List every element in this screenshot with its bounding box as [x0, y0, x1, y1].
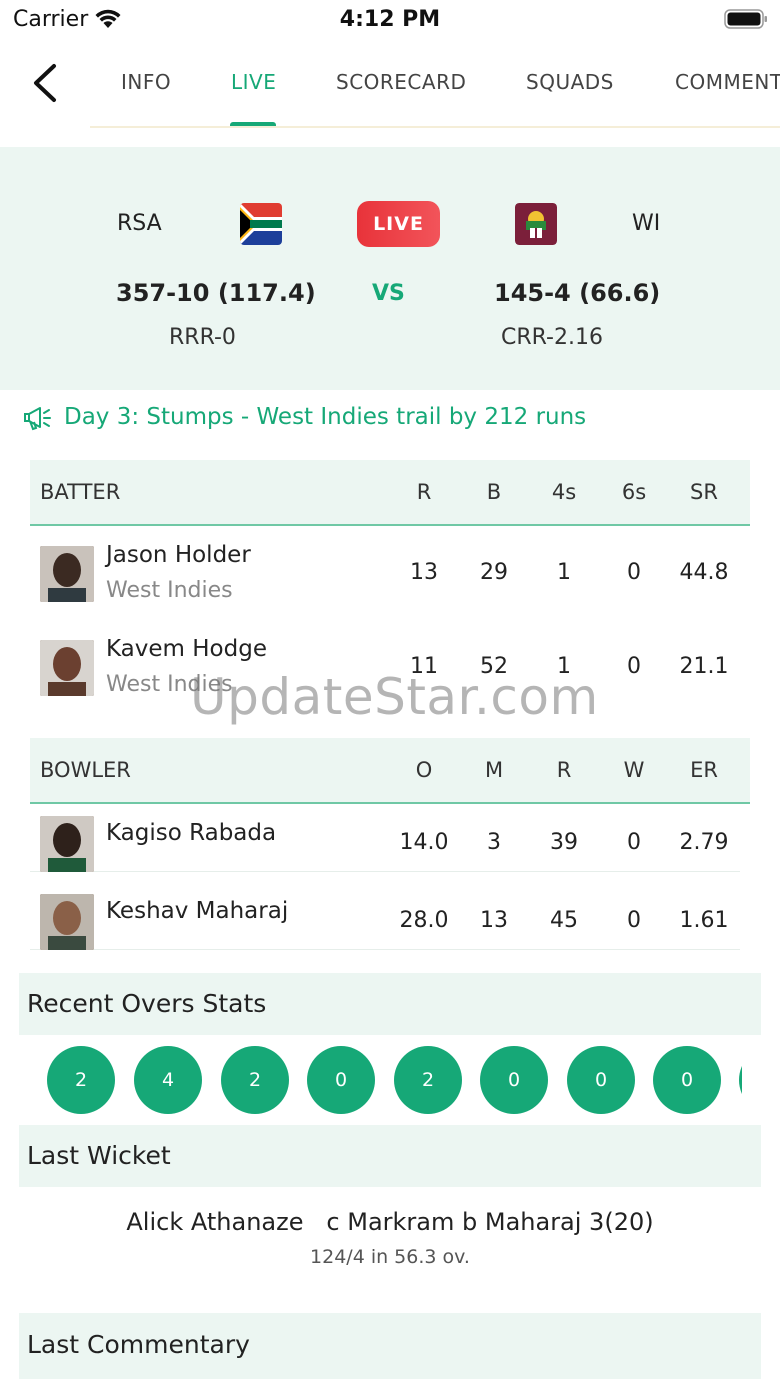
last-wicket-score: 124/4 in 56.3 ov. [310, 1246, 470, 1268]
player-avatar [40, 640, 94, 696]
batter-sixes: 0 [627, 654, 641, 679]
bowler-maidens: 3 [487, 830, 501, 855]
batter-strike-rate: 44.8 [679, 560, 729, 585]
tab-live[interactable]: LIVE [231, 70, 276, 94]
batter-balls: 52 [480, 654, 508, 679]
last-commentary-title: Last Commentary [27, 1330, 250, 1359]
bowler-runs: 39 [550, 830, 578, 855]
ball-chip[interactable]: 2 [394, 1046, 462, 1114]
ball-chip[interactable]: 2 [47, 1046, 115, 1114]
batter-row[interactable]: Jason Holder West Indies 13 29 1 0 44.8 [30, 528, 740, 624]
tab-commentary[interactable]: COMMENT [675, 70, 780, 94]
last-commentary-header: Last Commentary [19, 1313, 761, 1379]
team2-run-rate: CRR-2.16 [501, 325, 603, 350]
status-text: Day 3: Stumps - West Indies trail by 212… [64, 404, 587, 430]
bowler-overs: 28.0 [399, 908, 449, 933]
team1-run-rate: RRR-0 [169, 325, 236, 350]
last-wicket-batter: Alick Athanaze [126, 1208, 304, 1236]
col-economy: ER [690, 758, 718, 782]
col-fours: 4s [551, 480, 577, 504]
col-strike-rate: SR [690, 480, 718, 504]
bowler-table-header: BOWLER O M R W ER [30, 738, 750, 804]
bowler-economy: 1.61 [679, 908, 729, 933]
col-sixes: 6s [621, 480, 647, 504]
megaphone-icon [24, 407, 51, 431]
bowler-overs: 14.0 [399, 830, 449, 855]
col-batter: BATTER [40, 480, 121, 504]
ball-chip[interactable]: 4 [134, 1046, 202, 1114]
battery-icon [724, 9, 767, 29]
col-runs-conceded: R [556, 758, 572, 782]
col-wickets: W [623, 758, 645, 782]
match-header: RSA LIVE WI 357-10 (117.4) VS 145-4 (66.… [0, 147, 780, 390]
bowler-name: Kagiso Rabada [106, 820, 277, 846]
player-avatar [40, 894, 94, 950]
ball-chip[interactable]: 2 [221, 1046, 289, 1114]
recent-overs-header: Recent Overs Stats [19, 973, 761, 1035]
south-africa-flag-icon [240, 203, 282, 245]
batter-runs: 13 [410, 560, 438, 585]
recent-overs-strip: 2 4 2 0 2 0 0 0 [0, 1040, 742, 1120]
player-avatar [40, 546, 94, 602]
last-wicket-line: Alick Athanaze c Markram b Maharaj 3(20) [0, 1208, 780, 1236]
last-wicket-title: Last Wicket [27, 1141, 171, 1170]
tab-bar: INFO LIVE SCORECARD SQUADS COMMENT [90, 50, 780, 128]
ball-chip[interactable]: 0 [653, 1046, 721, 1114]
back-button[interactable] [26, 60, 66, 106]
ball-chip[interactable]: 0 [567, 1046, 635, 1114]
batter-sixes: 0 [627, 560, 641, 585]
team1-score: 357-10 (117.4) [116, 279, 316, 307]
tab-squads[interactable]: SQUADS [526, 70, 614, 94]
team2-score: 145-4 (66.6) [494, 279, 661, 307]
last-wicket-header: Last Wicket [19, 1125, 761, 1187]
chevron-left-icon [34, 64, 56, 102]
batter-table-header: BATTER R B 4s 6s SR [30, 460, 750, 526]
batter-row[interactable]: Kavem Hodge West Indies 11 52 1 0 21.1 [30, 624, 740, 720]
col-bowler: BOWLER [40, 758, 131, 782]
bowler-runs: 45 [550, 908, 578, 933]
clock: 4:12 PM [339, 7, 441, 32]
last-wicket-detail: c Markram b Maharaj 3(20) [326, 1208, 654, 1236]
player-avatar [40, 816, 94, 872]
bowler-economy: 2.79 [679, 830, 729, 855]
ball-chip[interactable]: 0 [480, 1046, 548, 1114]
live-badge: LIVE [357, 201, 440, 247]
batter-fours: 1 [557, 654, 571, 679]
team1-code: RSA [117, 211, 162, 236]
col-runs: R [416, 480, 432, 504]
batter-strike-rate: 21.1 [679, 654, 729, 679]
recent-overs-title: Recent Overs Stats [27, 989, 267, 1018]
col-overs: O [415, 758, 433, 782]
col-balls: B [486, 480, 502, 504]
west-indies-flag-icon [515, 203, 557, 245]
bowler-row[interactable]: Keshav Maharaj 28.0 13 45 0 1.61 [30, 872, 740, 950]
team2-code: WI [632, 211, 661, 236]
tab-scorecard[interactable]: SCORECARD [336, 70, 466, 94]
ball-chip[interactable]: 0 [307, 1046, 375, 1114]
bowler-row[interactable]: Kagiso Rabada 14.0 3 39 0 2.79 [30, 806, 740, 872]
bowler-name: Keshav Maharaj [106, 898, 289, 924]
bowler-maidens: 13 [480, 908, 508, 933]
active-tab-indicator [230, 122, 276, 126]
ball-chip-partial[interactable] [739, 1046, 742, 1114]
batter-runs: 11 [410, 654, 438, 679]
batter-balls: 29 [480, 560, 508, 585]
batter-team: West Indies [106, 578, 233, 603]
tab-info[interactable]: INFO [121, 70, 171, 94]
vs-label: VS [372, 281, 405, 306]
batter-name: Jason Holder [106, 542, 251, 568]
col-maidens: M [484, 758, 504, 782]
status-bar: Carrier 4:12 PM [0, 0, 780, 44]
batter-team: West Indies [106, 672, 233, 697]
batter-name: Kavem Hodge [106, 636, 267, 662]
bowler-wickets: 0 [627, 830, 641, 855]
bowler-wickets: 0 [627, 908, 641, 933]
batter-fours: 1 [557, 560, 571, 585]
